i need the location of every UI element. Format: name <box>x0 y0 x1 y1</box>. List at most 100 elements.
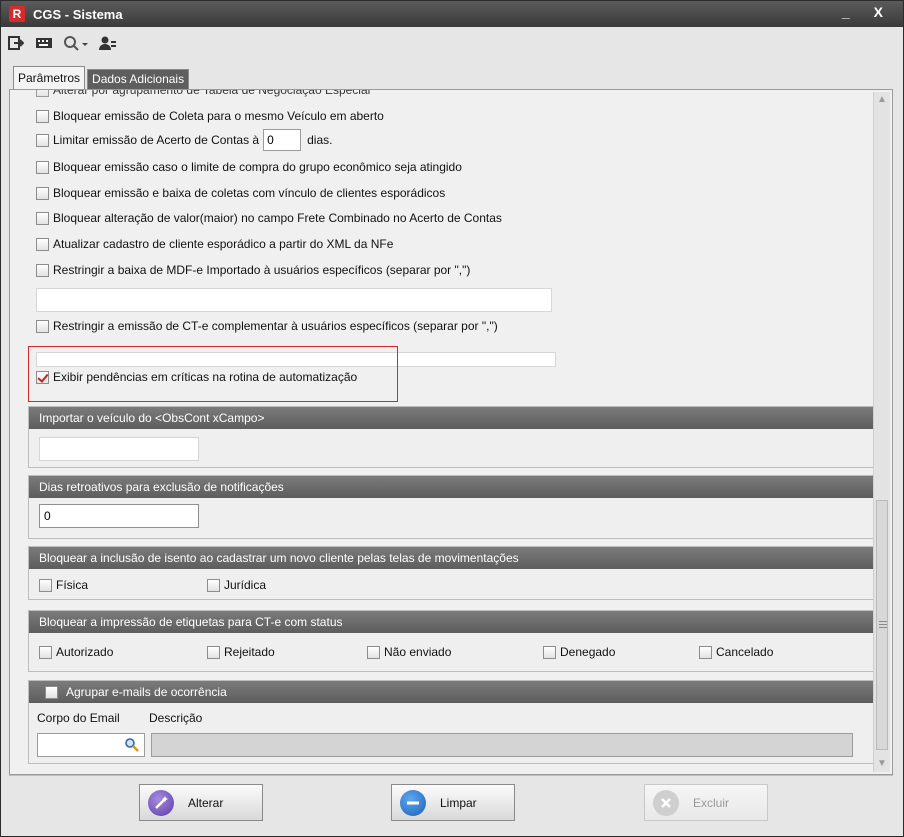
limpar-button[interactable]: Limpar <box>391 784 515 821</box>
checkbox[interactable] <box>39 645 52 659</box>
descricao-field <box>151 733 853 757</box>
button-label: Excluir <box>693 795 730 810</box>
checkbox[interactable] <box>36 211 49 225</box>
option-cadastro-esporadico[interactable]: Atualizar cadastro de cliente esporádico… <box>36 235 393 253</box>
button-label: Limpar <box>440 795 477 810</box>
checkbox[interactable] <box>207 645 220 659</box>
checkbox[interactable] <box>36 319 49 333</box>
option-label: Autorizado <box>56 645 114 659</box>
checkbox[interactable] <box>36 263 49 277</box>
checkbox[interactable] <box>39 578 52 592</box>
exit-icon[interactable] <box>7 34 25 52</box>
corpo-email-lookup[interactable] <box>37 733 145 757</box>
tab-dados-adicionais[interactable]: Dados Adicionais <box>87 69 190 90</box>
edit-wand-icon <box>148 789 174 816</box>
dias-retroativos-input[interactable] <box>39 504 199 528</box>
group-header: Bloquear a impressão de etiquetas para C… <box>29 611 873 633</box>
status-autorizado[interactable]: Autorizado <box>39 643 113 661</box>
main-window: R CGS - Sistema _ X Parâmetros Dados Adi… <box>0 0 904 837</box>
alterar-button[interactable]: Alterar <box>139 784 263 821</box>
option-label: Atualizar cadastro de cliente esporádico… <box>53 237 394 251</box>
title-bar: R CGS - Sistema _ X <box>1 1 903 27</box>
option-suffix: dias. <box>307 133 333 147</box>
option-pendencias[interactable]: Exibir pendências em críticas na rotina … <box>36 368 357 386</box>
option-label: Bloquear emissão e baixa de coletas com … <box>53 186 446 200</box>
isento-juridica[interactable]: Jurídica <box>207 576 266 594</box>
scrollbar-thumb[interactable] <box>876 500 888 750</box>
veiculo-field[interactable] <box>39 437 199 461</box>
acerto-days-input[interactable] <box>263 129 302 151</box>
option-label: Jurídica <box>224 578 267 592</box>
agrupar-emails-checkbox[interactable] <box>45 685 58 699</box>
status-rejeitado[interactable]: Rejeitado <box>207 643 275 661</box>
group-isento: Bloquear a inclusão de isento ao cadastr… <box>28 546 874 600</box>
group-header: Bloquear a inclusão de isento ao cadastr… <box>29 547 873 569</box>
option-acerto-contas[interactable]: Limitar emissão de Acerto de Contas à di… <box>36 128 332 152</box>
group-header: Importar o veículo do <ObsCont xCampo> <box>29 407 873 429</box>
status-cancelado[interactable]: Cancelado <box>699 643 773 661</box>
option-limite-compra[interactable]: Bloquear emissão caso o limite de compra… <box>36 158 462 176</box>
vertical-scrollbar[interactable]: ▲ ▼ <box>873 92 890 772</box>
option-label: Limitar emissão de Acerto de Contas à <box>53 133 260 147</box>
scroll-up-icon[interactable]: ▲ <box>874 92 890 108</box>
option-label: Cancelado <box>716 645 774 659</box>
users-icon[interactable] <box>99 34 117 52</box>
option-label: Bloquear emissão caso o limite de compra… <box>53 160 462 174</box>
group-title: Agrupar e-mails de ocorrência <box>66 685 227 699</box>
group-header: Agrupar e-mails de ocorrência <box>29 681 873 703</box>
window-controls[interactable]: _ X <box>842 4 893 20</box>
minus-circle-icon <box>400 789 426 816</box>
group-veiculo: Importar o veículo do <ObsCont xCampo> <box>28 406 874 468</box>
parametros-panel: Alterar por agrupamento de Tabela de Neg… <box>9 89 893 775</box>
option-coleta[interactable]: Bloquear emissão de Coleta para o mesmo … <box>36 107 384 125</box>
option-cte-complementar[interactable]: Restringir a emissão de CT-e complementa… <box>36 317 498 335</box>
option-label: Restringir a emissão de CT-e complementa… <box>53 319 498 333</box>
mdfe-users-input[interactable] <box>36 288 552 312</box>
tab-parametros[interactable]: Parâmetros <box>13 66 86 90</box>
isento-fisica[interactable]: Física <box>39 576 88 594</box>
option-label: Denegado <box>560 645 616 659</box>
scroll-down-icon[interactable]: ▼ <box>874 756 890 772</box>
search-dropdown-icon[interactable] <box>63 34 89 52</box>
checkbox[interactable] <box>207 578 220 592</box>
button-label: Alterar <box>188 795 224 810</box>
option-label: Física <box>56 578 89 592</box>
checkbox[interactable] <box>36 237 49 251</box>
window-title: CGS - Sistema <box>33 6 123 22</box>
group-dias-retroativos: Dias retroativos para exclusão de notifi… <box>28 475 874 539</box>
option-label: Alterar por agrupamento de Tabela de Neg… <box>53 89 371 97</box>
search-icon[interactable] <box>124 737 140 756</box>
corpo-email-label: Corpo do Email <box>37 711 120 725</box>
checkbox[interactable] <box>543 645 556 659</box>
status-denegado[interactable]: Denegado <box>543 643 615 661</box>
option-label: Restringir a baixa de MDF-e Importado à … <box>53 263 471 277</box>
option-frete-combinado[interactable]: Bloquear alteração de valor(maior) no ca… <box>36 209 502 227</box>
option-label: Bloquear emissão de Coleta para o mesmo … <box>53 109 384 123</box>
checkbox[interactable] <box>36 109 49 123</box>
option-mdfe[interactable]: Restringir a baixa de MDF-e Importado à … <box>36 261 470 279</box>
option-label: Não enviado <box>384 645 452 659</box>
checkbox[interactable] <box>699 645 712 659</box>
toolbar <box>7 31 117 55</box>
tab-strip: Parâmetros Dados Adicionais <box>13 66 190 90</box>
checkbox[interactable] <box>36 90 49 97</box>
checkbox[interactable] <box>36 133 49 147</box>
option-coletas-esporadicos[interactable]: Bloquear emissão e baixa de coletas com … <box>36 184 445 202</box>
option-label: Bloquear alteração de valor(maior) no ca… <box>53 211 502 225</box>
checkbox[interactable] <box>36 186 49 200</box>
option-partial[interactable]: Alterar por agrupamento de Tabela de Neg… <box>36 89 371 99</box>
status-nao-enviado[interactable]: Não enviado <box>367 643 451 661</box>
option-label: Rejeitado <box>224 645 275 659</box>
descricao-label: Descrição <box>149 711 203 725</box>
delete-x-icon <box>653 789 679 816</box>
checkbox[interactable] <box>36 160 49 174</box>
group-emails: Agrupar e-mails de ocorrência Corpo do E… <box>28 680 874 764</box>
grip-icon <box>879 621 887 628</box>
keyboard-icon[interactable] <box>35 34 53 52</box>
excluir-button[interactable]: Excluir <box>644 784 768 821</box>
checkbox[interactable] <box>367 645 380 659</box>
scroll-content: Alterar por agrupamento de Tabela de Neg… <box>20 90 874 774</box>
group-header: Dias retroativos para exclusão de notifi… <box>29 476 873 498</box>
group-etiquetas: Bloquear a impressão de etiquetas para C… <box>28 610 874 672</box>
checkbox-checked[interactable] <box>36 370 49 384</box>
